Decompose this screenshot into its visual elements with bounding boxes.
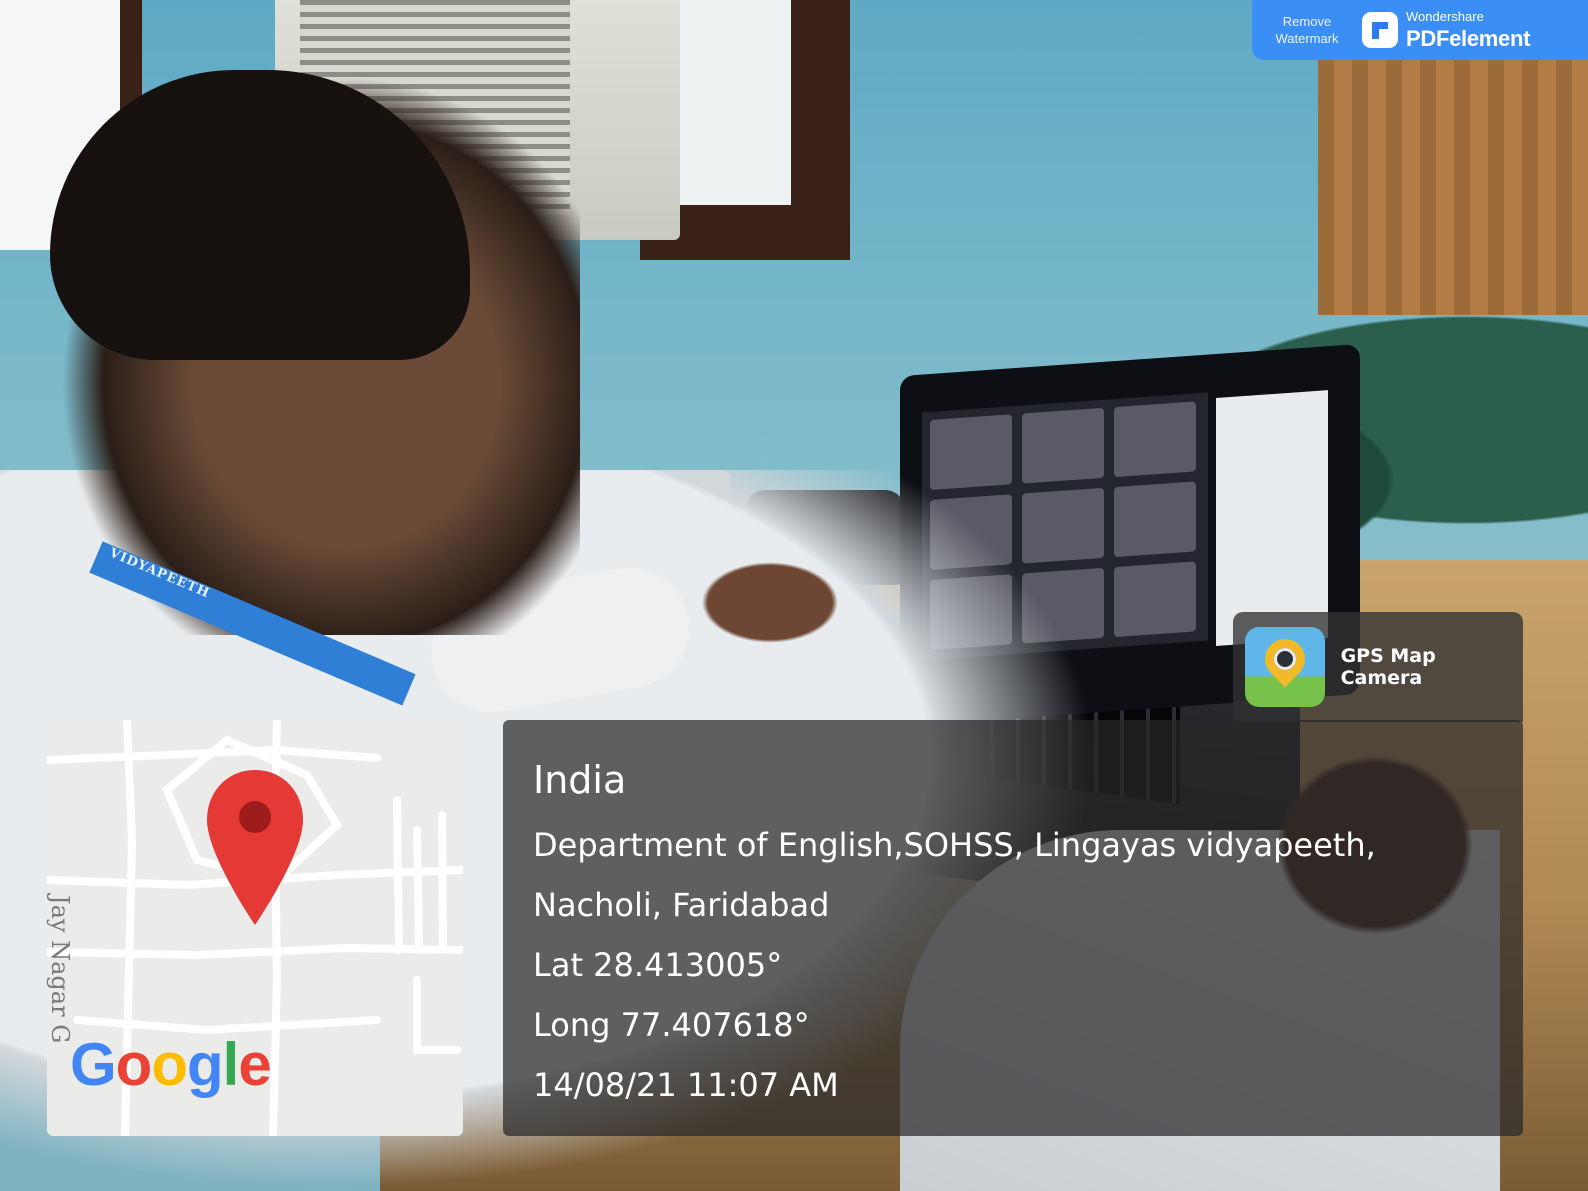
google-letter: o — [115, 1031, 153, 1098]
remove-watermark-link[interactable]: Remove Watermark — [1252, 13, 1362, 47]
video-tile — [1114, 401, 1196, 478]
country: India — [533, 758, 627, 802]
google-letter: e — [238, 1031, 271, 1098]
map-road-label: Jay Nagar G — [46, 895, 74, 1044]
google-letter: G — [70, 1031, 117, 1098]
person-left-hand — [690, 555, 850, 650]
watermark-banner[interactable]: Remove Watermark Wondershare PDFelement — [1252, 0, 1588, 60]
map-pin-camera-icon — [1245, 627, 1325, 707]
curtain — [1318, 55, 1588, 315]
pdfelement-logo-icon — [1362, 12, 1398, 48]
brand-small-text: Wondershare — [1406, 8, 1484, 24]
brand-name: Wondershare PDFelement — [1406, 9, 1530, 52]
pin-shape — [1256, 630, 1314, 688]
latitude: Lat 28.413005° — [533, 946, 783, 984]
gps-camera-label: GPS Map Camera — [1340, 645, 1436, 689]
brand-big-text: PDFelement — [1406, 25, 1531, 51]
video-tile — [1114, 481, 1196, 558]
address-line-1: Department of English,SOHSS, Lingayas vi… — [533, 826, 1376, 864]
longitude: Long 77.407618° — [533, 1006, 810, 1044]
gps-camera-badge: GPS Map Camera — [1233, 612, 1523, 722]
location-info-panel: India Department of English,SOHSS, Linga… — [503, 720, 1523, 1136]
google-logo: Google — [70, 1030, 272, 1099]
google-letter: g — [186, 1031, 224, 1098]
participants-panel — [1216, 390, 1328, 646]
timestamp: 14/08/21 11:07 AM — [533, 1066, 839, 1104]
video-tile — [1114, 561, 1196, 638]
address-line-2: Nacholi, Faridabad — [533, 886, 830, 924]
google-letter: l — [222, 1031, 240, 1098]
google-letter: o — [151, 1031, 188, 1098]
window-pane — [676, 0, 791, 205]
